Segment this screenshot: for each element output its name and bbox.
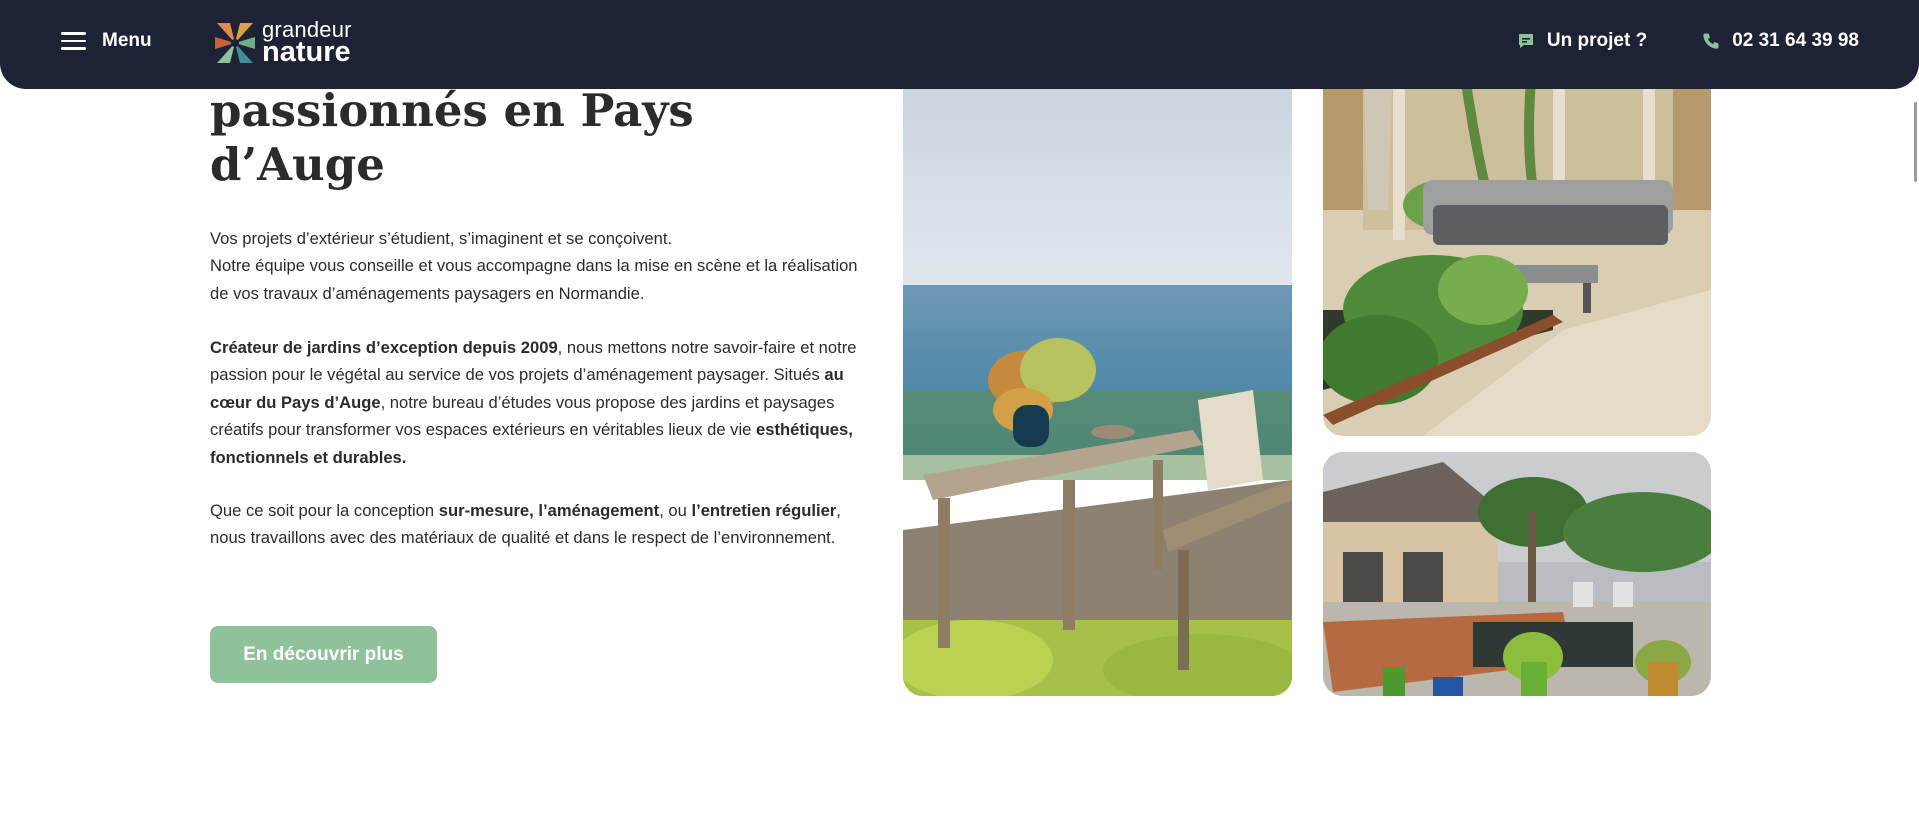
garden-pond-photo [1323, 452, 1711, 696]
hamburger-icon [61, 32, 86, 50]
project-link[interactable]: Un projet ? [1517, 30, 1647, 52]
intro-paragraph-2: Créateur de jardins d’exception depuis 2… [210, 334, 870, 471]
menu-label: Menu [102, 30, 152, 51]
logo-mark-icon [215, 23, 255, 63]
terrace-lounge-photo [1323, 60, 1711, 436]
site-logo[interactable]: grandeur nature [214, 19, 352, 67]
phone-icon [1703, 33, 1719, 49]
p1-line-2: Notre équipe vous conseille et vous acco… [210, 256, 858, 303]
phone-number: 02 31 64 39 98 [1732, 30, 1859, 51]
site-header: Menu grandeur nature Un projet ? 02 31 6… [0, 0, 1919, 89]
p3-text-1: Que ce soit pour la conception [210, 501, 439, 520]
menu-button[interactable]: Menu [61, 30, 152, 52]
p3-bold-1: sur-mesure, l’aménagement [438, 501, 660, 520]
terrace-sea-view-photo [903, 60, 1292, 696]
discover-more-button[interactable]: En découvrir plus [210, 626, 437, 683]
phone-link[interactable]: 02 31 64 39 98 [1702, 30, 1859, 52]
title-line-1: passionnés en Pays [210, 84, 694, 137]
section-title: passionnés en Pays d’Auge [210, 84, 850, 192]
chat-bubble-icon [1518, 34, 1533, 48]
project-label: Un projet ? [1546, 30, 1648, 51]
page-scrollbar[interactable] [1914, 102, 1917, 182]
intro-paragraph-3: Que ce soit pour la conception sur-mesur… [210, 497, 870, 552]
p3-text-2: , ou [659, 501, 692, 520]
p2-bold-1: Créateur de jardins d’exception depuis 2… [210, 338, 558, 357]
title-line-2: d’Auge [210, 138, 385, 191]
intro-paragraph-1: Vos projets d’extérieur s’étudient, s’im… [210, 225, 870, 307]
p1-line-1: Vos projets d’extérieur s’étudient, s’im… [210, 229, 673, 248]
p3-bold-2: l’entretien régulier [691, 501, 837, 520]
logo-text-bottom: nature [262, 36, 351, 68]
